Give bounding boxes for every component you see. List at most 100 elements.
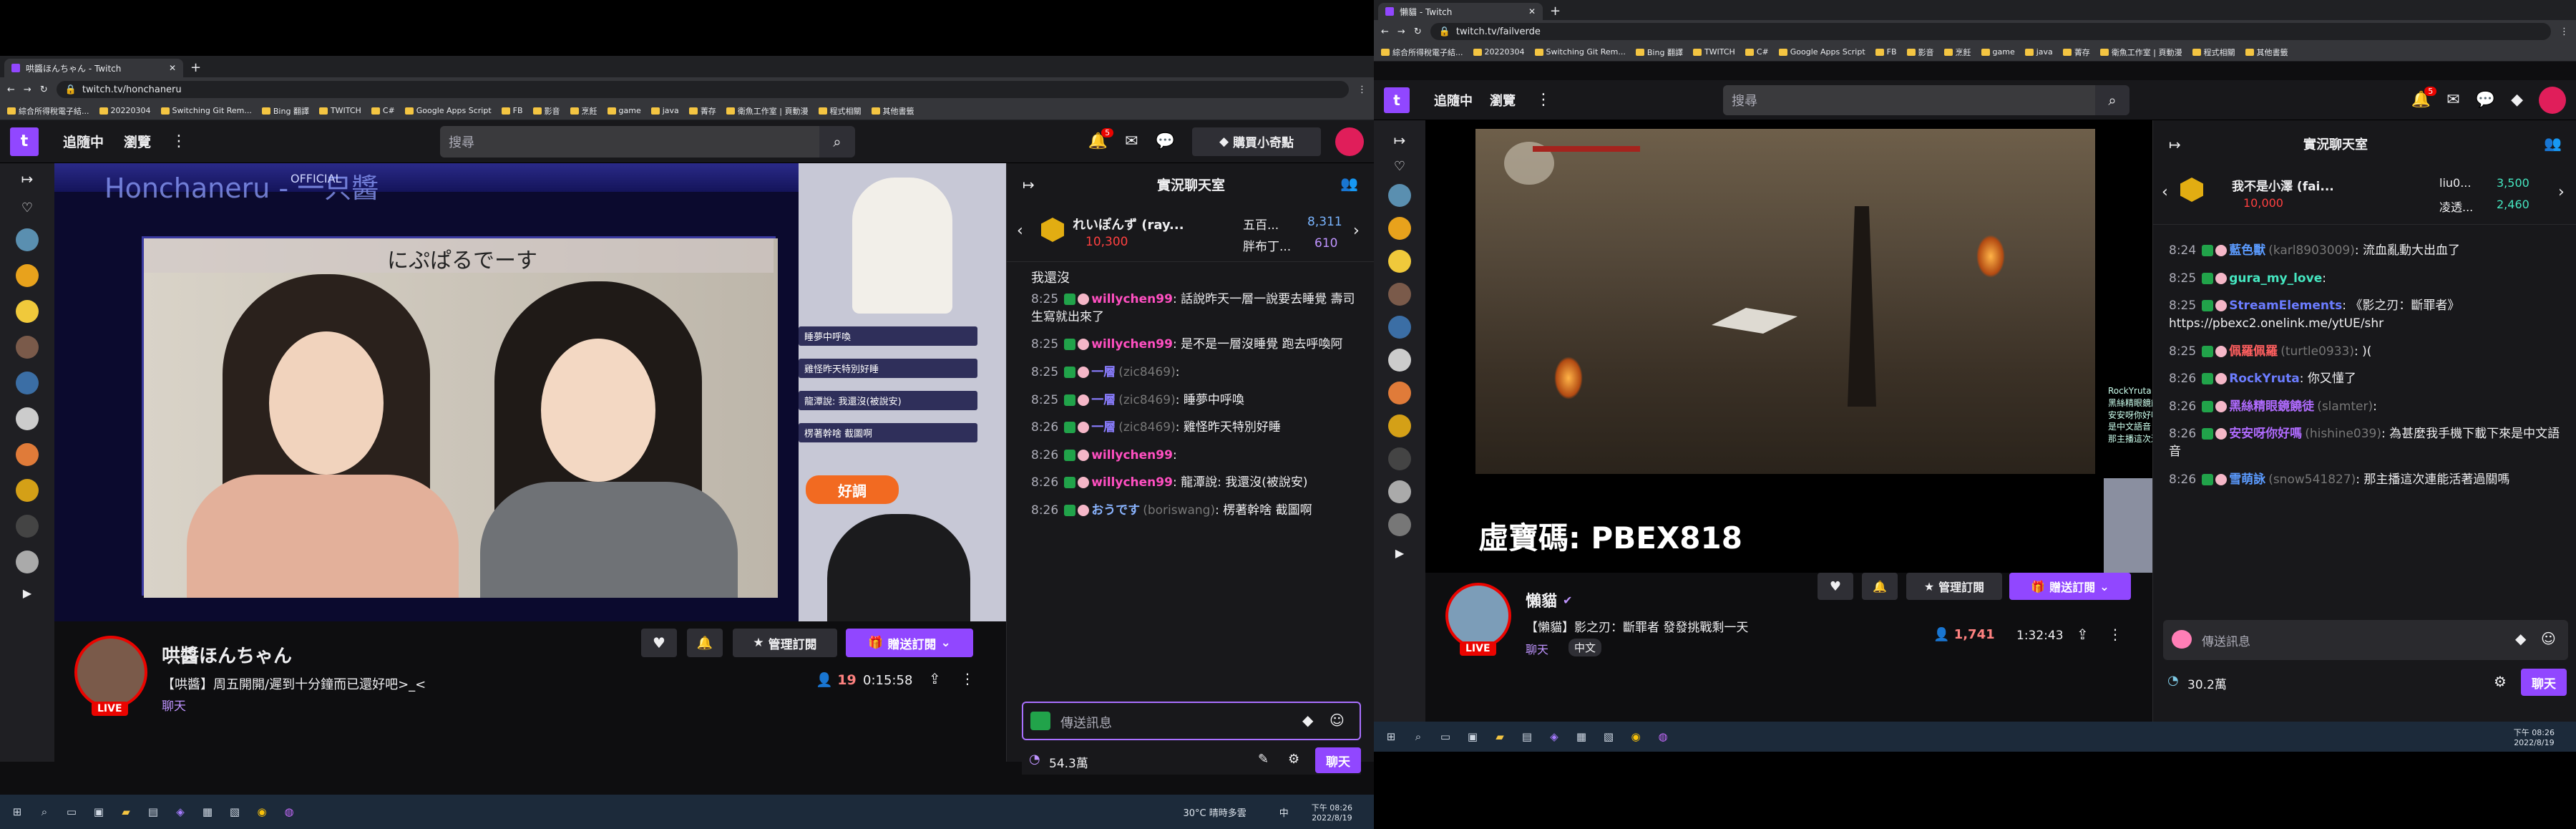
inbox-icon[interactable]: ✉ [2446,91,2459,109]
bookmark-item[interactable]: Bing 翻譯 [261,105,309,117]
reload-icon[interactable]: ↻ [40,84,48,95]
followed-channel-avatar[interactable] [1388,349,1411,372]
settings-gear-icon[interactable]: ⚙ [1288,752,1299,767]
address-bar[interactable]: 🔒 twitch.tv/failverde [1430,23,2551,40]
chat-username[interactable]: おうです [1091,503,1140,518]
nav-following[interactable]: 追隨中 [1434,91,1473,110]
followed-channel-avatar[interactable] [16,551,39,573]
bookmark-item[interactable]: Google Apps Script [1778,47,1865,57]
bookmark-item[interactable]: 烹飪 [570,105,597,117]
chat-username[interactable]: 黑絲精眼鏡饒徒 [2229,399,2314,414]
start-icon[interactable]: ⊞ [6,800,29,823]
forward-icon[interactable]: → [24,84,31,95]
twitch-logo-icon[interactable]: t [10,127,39,156]
emote-icon[interactable]: ☺ [1330,712,1345,729]
user-avatar[interactable] [1335,127,1364,156]
app-icon[interactable]: ▣ [87,800,110,823]
more-icon[interactable]: ⋮ [171,132,187,150]
bookmark-item[interactable]: java [2024,47,2053,57]
forward-icon[interactable]: → [1397,26,1405,37]
address-bar[interactable]: 🔒 twitch.tv/honchaneru [56,81,1349,98]
close-tab-icon[interactable]: ✕ [169,63,176,73]
bookmark-item[interactable]: game [607,106,641,115]
bookmark-item[interactable]: 20220304 [99,106,151,115]
task-view-icon[interactable]: ▭ [1434,725,1457,748]
video-camera-icon[interactable]: ▶ [23,586,31,600]
bookmark-item[interactable]: 衛魚工作室 | 頁動漫 [726,105,809,117]
chrome-icon[interactable]: ◉ [250,800,273,823]
search-icon[interactable]: ⌕ [1407,725,1430,748]
app-icon[interactable]: ◍ [278,800,301,823]
chat-username[interactable]: 一層 [1091,393,1116,407]
chat-username[interactable]: RockYruta [2229,372,2300,386]
followed-channel-avatar[interactable] [1388,513,1411,536]
close-tab-icon[interactable]: ✕ [1528,6,1536,16]
bookmark-item[interactable]: 衛魚工作室 | 頁動漫 [2099,47,2182,58]
gift-sub-button[interactable]: 🎁 贈送訂閱 ⌄ [846,629,973,657]
nav-browse[interactable]: 瀏覽 [124,132,151,151]
channel-points-icon[interactable]: ◔ [1029,752,1040,767]
bookmark-item[interactable]: C# [1745,47,1769,57]
folder-icon[interactable]: ▰ [1488,725,1511,748]
followed-channel-avatar[interactable] [1388,447,1411,470]
app-icon[interactable]: ▤ [1516,725,1538,748]
extensions-icon[interactable]: ⋮ [2560,26,2569,37]
prev-arrow-icon[interactable]: ‹ [2162,183,2168,201]
follow-heart-button[interactable]: ♥ [641,629,677,657]
bookmark-item[interactable]: TWITCH [318,106,361,115]
chat-username[interactable]: willychen99 [1091,292,1173,306]
search-button[interactable]: ⌕ [2095,84,2129,115]
collapse-chat-icon[interactable]: ↦ [1023,176,1035,193]
channel-name[interactable]: 哄醬ほんちゃん [162,641,292,668]
bookmark-item[interactable]: game [1981,47,2015,57]
chat-input-box[interactable]: 傳送訊息 ◆ ☺ [1022,702,1361,740]
chat-username[interactable]: 一層 [1091,365,1116,379]
chat-send-button[interactable]: 聊天 [2521,669,2567,696]
app-icon[interactable]: ▧ [1597,725,1620,748]
app-icon[interactable]: ◍ [1652,725,1674,748]
back-icon[interactable]: ← [7,84,15,95]
app-icon[interactable]: ▧ [223,800,246,823]
followed-channel-avatar[interactable] [1388,250,1411,273]
followed-channel-avatar[interactable] [1388,382,1411,404]
bookmark-item[interactable]: FB [501,106,523,115]
followed-channel-avatar[interactable] [1388,480,1411,503]
manage-sub-button[interactable]: ★ 管理訂閱 [1906,573,2002,600]
bookmark-item[interactable]: 程式相關 [2192,47,2235,58]
app-icon[interactable]: ▦ [196,800,219,823]
bookmark-item[interactable]: C# [371,106,395,115]
expand-sidebar-icon[interactable]: ↦ [21,170,34,188]
bookmark-item[interactable]: Bing 翻譯 [1635,47,1683,58]
new-tab-button[interactable]: + [1543,3,1568,20]
bookmark-item[interactable]: TWITCH [1692,47,1735,57]
chat-username[interactable]: willychen99 [1091,337,1173,352]
followed-channel-avatar[interactable] [1388,316,1411,339]
bookmark-item[interactable]: 其他書籤 [2245,47,2288,58]
task-view-icon[interactable]: ▭ [60,800,83,823]
chat-input-box[interactable]: 傳送訊息 ◆ ☺ [2163,620,2568,660]
channel-avatar[interactable] [74,636,147,709]
back-icon[interactable]: ← [1381,26,1389,37]
settings-gear-icon[interactable]: ⚙ [2494,673,2507,690]
bookmark-item[interactable]: 菁存 [688,105,716,117]
followed-channel-avatar[interactable] [1388,283,1411,306]
followed-channel-avatar[interactable] [16,479,39,502]
stream-category[interactable]: 聊天 [1526,640,1548,657]
whispers-icon[interactable]: 💬 [1156,132,1175,150]
whispers-icon[interactable]: 💬 [2476,91,2495,109]
stream-tag[interactable]: 中文 [1568,639,1602,656]
bookmark-item[interactable]: Switching Git Rem... [160,106,252,115]
chat-username[interactable]: 一層 [1091,420,1116,435]
app-icon[interactable]: ▤ [142,800,165,823]
nav-following[interactable]: 追隨中 [63,132,104,151]
collapse-chat-icon[interactable]: ↦ [2169,136,2181,153]
next-arrow-icon[interactable]: › [1353,222,1360,240]
extensions-icon[interactable]: ⋮ [1357,84,1367,95]
follow-heart-button[interactable]: ♥ [1818,573,1853,600]
bookmark-item[interactable]: 20220304 [1473,47,1525,57]
bookmark-item[interactable]: 其他書籤 [871,105,914,117]
share-icon[interactable]: ⇪ [929,670,941,687]
bookmark-item[interactable]: 綜合所得稅電子結... [7,105,89,117]
reload-icon[interactable]: ↻ [1414,26,1422,37]
followed-channel-avatar[interactable] [16,443,39,466]
